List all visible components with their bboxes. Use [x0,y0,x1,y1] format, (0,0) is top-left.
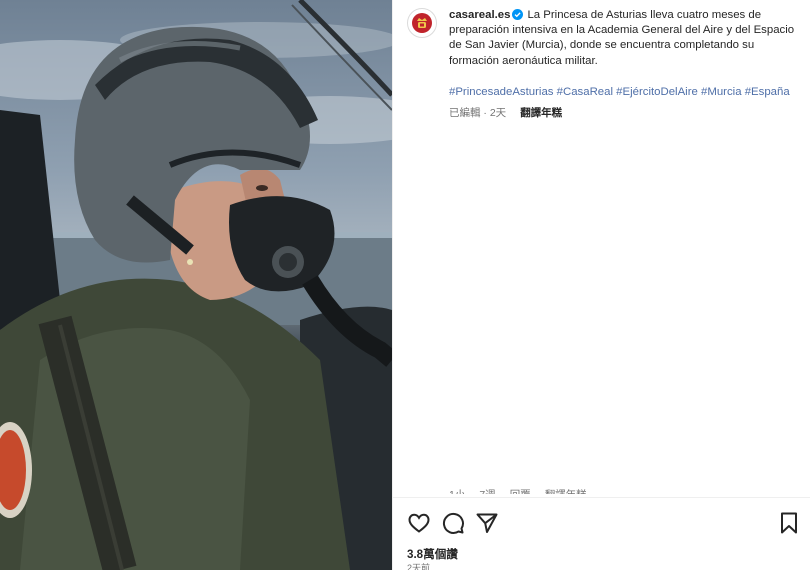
hashtag-link[interactable]: #CasaReal [557,86,613,98]
like-button[interactable] [407,511,431,535]
verified-badge-icon [512,9,524,20]
likes-count[interactable]: 3.8萬個讚 [407,546,458,562]
hashtag-link[interactable]: #PrincesadeAsturias [449,86,553,98]
comment-button[interactable] [441,511,465,535]
post-timestamp: 2天前 [407,563,431,570]
save-button[interactable] [777,511,801,535]
send-icon [476,513,498,533]
edited-time-label: 已編輯 · 2天 [449,107,507,120]
royal-crest-icon [412,13,432,33]
share-button[interactable] [475,511,499,535]
post-photo[interactable] [0,0,392,570]
post-info-panel: casareal.es La Princesa de Asturias lleva… [392,0,810,570]
caption-row: casareal.es La Princesa de Asturias lleva… [407,8,803,121]
action-bar [407,511,803,535]
hashtag-link[interactable]: #Murcia [701,86,742,98]
pilot-photo-illustration [0,0,392,570]
comment-icon [442,512,464,534]
caption-body: casareal.es La Princesa de Asturias lleva… [449,8,803,121]
comment-likes[interactable]: 7週 [479,488,495,494]
hashtag-link[interactable]: #España [745,86,790,98]
bookmark-icon [781,512,797,534]
heart-icon [408,513,430,533]
section-divider [393,497,810,498]
comment-time: 1小 [449,488,465,494]
see-translation-button[interactable]: 翻譯年糕 [520,106,562,121]
account-avatar[interactable] [407,8,437,38]
reply-button[interactable]: 回覆 [510,488,531,494]
username-link[interactable]: casareal.es [449,9,510,21]
hashtag-list: #PrincesadeAsturias #CasaReal #EjércitoD… [449,85,803,100]
comment-translate-button[interactable]: 翻譯年糕 [545,488,587,494]
caption-meta: 已編輯 · 2天 翻譯年糕 [449,106,803,121]
clipped-comment-meta: 1小 7週 回覆 翻譯年糕 [449,488,587,494]
hashtag-link[interactable]: #EjércitoDelAire [616,86,698,98]
